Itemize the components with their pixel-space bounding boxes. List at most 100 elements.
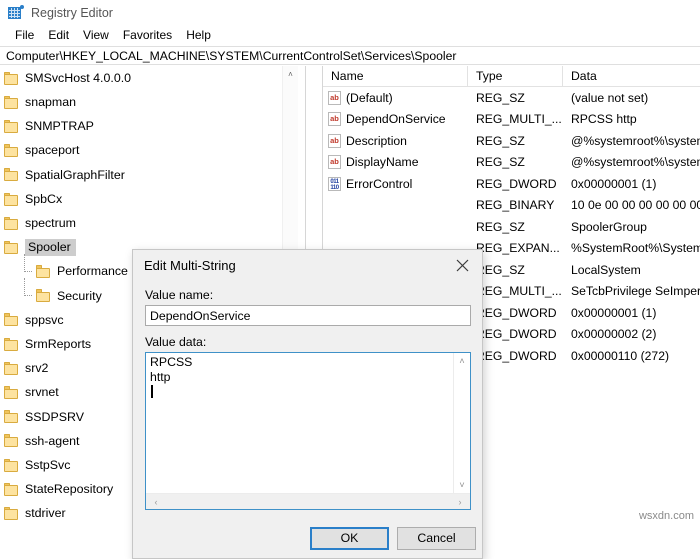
dialog-titlebar: Edit Multi-String xyxy=(133,250,482,281)
value-type-cell: REG_SZ xyxy=(476,155,525,170)
folder-icon xyxy=(4,458,19,472)
value-data-cell: @%systemroot%\system3 xyxy=(571,155,700,170)
tree-item-snapman[interactable]: snapman xyxy=(0,90,290,114)
tree-item-spatialgraphfilter[interactable]: SpatialGraphFilter xyxy=(0,163,290,187)
value-type-cell: REG_DWORD xyxy=(476,176,557,191)
folder-icon xyxy=(4,216,19,230)
folder-icon xyxy=(4,506,19,520)
menu-item-help[interactable]: Help xyxy=(179,26,218,44)
value-type-cell: REG_SZ xyxy=(476,219,525,234)
column-header-name[interactable]: Name xyxy=(323,66,468,87)
value-data-cell: 0x00000002 (2) xyxy=(571,327,657,342)
registry-editor-icon xyxy=(8,5,24,20)
tree-item-label: SstpSvc xyxy=(25,457,71,472)
value-type-cell: REG_SZ xyxy=(476,133,525,148)
value-name-cell: ab DependOnService xyxy=(323,112,468,127)
tree-item-label: srv2 xyxy=(25,361,49,376)
value-data-textarea[interactable] xyxy=(146,353,454,493)
menu-item-edit[interactable]: Edit xyxy=(41,26,76,44)
folder-icon xyxy=(4,410,19,424)
folder-icon xyxy=(36,289,51,303)
menubar: File Edit View Favorites Help xyxy=(0,25,700,45)
value-name-input[interactable] xyxy=(145,305,471,326)
value-type-cell: REG_MULTI_... xyxy=(476,112,562,127)
tree-item-label: SpbCx xyxy=(25,191,63,206)
menu-item-favorites[interactable]: Favorites xyxy=(116,26,179,44)
dialog-title: Edit Multi-String xyxy=(144,258,236,273)
tree-item-label: StateRepository xyxy=(25,482,114,497)
edit-multi-string-dialog: Edit Multi-String Value name: Value data… xyxy=(132,249,483,559)
column-header-data[interactable]: Data xyxy=(563,66,700,87)
tree-item-label: srvnet xyxy=(25,385,59,400)
ok-button[interactable]: OK xyxy=(310,527,389,550)
value-name-cell: 011 110 ErrorControl xyxy=(323,176,468,191)
string-value-icon: ab xyxy=(328,90,341,105)
folder-icon xyxy=(4,313,19,327)
value-row[interactable]: 011 110 ErrorControl REG_DWORD 0x00000001 (1… xyxy=(323,173,700,195)
tree-item-label: Security xyxy=(57,288,102,303)
string-value-icon: ab xyxy=(328,133,341,148)
scroll-up-icon[interactable]: ˄ xyxy=(454,353,470,369)
folder-icon xyxy=(4,71,19,85)
textarea-horizontal-scrollbar[interactable]: ‹ › xyxy=(146,493,470,509)
scroll-right-icon[interactable]: › xyxy=(452,494,468,509)
value-row[interactable]: ab DependOnService REG_MULTI_... RPCSS http xyxy=(323,109,700,131)
value-row[interactable]: REG_SZ SpoolerGroup xyxy=(323,216,700,238)
folder-icon xyxy=(4,337,19,351)
value-row[interactable]: ab (Default) REG_SZ (value not set) xyxy=(323,87,700,109)
tree-item-label: spaceport xyxy=(25,143,80,158)
folder-icon xyxy=(4,434,19,448)
scroll-down-icon[interactable]: ˅ xyxy=(454,477,470,493)
address-bar[interactable]: Computer\HKEY_LOCAL_MACHINE\SYSTEM\Curre… xyxy=(0,46,700,65)
tree-item-label: spectrum xyxy=(25,216,76,231)
folder-icon xyxy=(4,240,19,254)
tree-item-label: SSDPSRV xyxy=(25,409,84,424)
value-row[interactable]: ab DisplayName REG_SZ @%systemroot%\system3 xyxy=(323,152,700,174)
value-name-text: DependOnService xyxy=(346,112,446,127)
folder-icon xyxy=(4,386,19,400)
value-data-cell: SeTcbPrivilege SeImperso xyxy=(571,284,700,299)
tree-item-label: SrmReports xyxy=(25,336,92,351)
menu-item-view[interactable]: View xyxy=(76,26,116,44)
tree-item-smsvchost-4-0-0-0[interactable]: SMSvcHost 4.0.0.0 xyxy=(0,66,290,90)
scrollbar-thumb[interactable] xyxy=(284,83,297,213)
value-data-label: Value data: xyxy=(145,335,207,349)
folder-icon xyxy=(4,192,19,206)
tree-item-snmptrap[interactable]: SNMPTRAP xyxy=(0,114,290,138)
scroll-up-icon[interactable]: ˄ xyxy=(283,66,298,82)
window-title: Registry Editor xyxy=(31,5,113,20)
value-row[interactable]: REG_BINARY 10 0e 00 00 00 00 00 00 00 xyxy=(323,195,700,217)
main-content: SMSvcHost 4.0.0.0 snapman SNMPTRAP spacepor… xyxy=(0,66,700,559)
tree-item-label: Performance xyxy=(57,264,128,279)
tree-item-label: stdriver xyxy=(25,506,66,521)
watermark: wsxdn.com xyxy=(638,510,694,522)
value-type-cell: REG_SZ xyxy=(476,90,525,105)
tree-item-spectrum[interactable]: spectrum xyxy=(0,211,290,235)
menu-item-file[interactable]: File xyxy=(8,26,41,44)
value-row[interactable]: ab Description REG_SZ @%systemroot%\system3 xyxy=(323,130,700,152)
close-icon[interactable] xyxy=(442,250,482,281)
folder-icon xyxy=(36,265,51,279)
tree-item-label: snapman xyxy=(25,95,76,110)
value-data-cell: LocalSystem xyxy=(571,262,641,277)
folder-icon xyxy=(4,144,19,158)
textarea-vertical-scrollbar[interactable]: ˄ ˅ xyxy=(453,353,470,493)
column-header-type[interactable]: Type xyxy=(468,66,563,87)
value-name-text: Description xyxy=(346,133,407,148)
folder-icon xyxy=(4,361,19,375)
value-name-text: ErrorControl xyxy=(346,176,413,191)
tree-item-label: sppsvc xyxy=(25,312,64,327)
value-name-cell: ab DisplayName xyxy=(323,155,468,170)
value-data-cell: (value not set) xyxy=(571,90,649,105)
value-data-cell: RPCSS http xyxy=(571,112,637,127)
scroll-left-icon[interactable]: ‹ xyxy=(148,494,164,509)
tree-item-label: SNMPTRAP xyxy=(25,119,94,134)
tree-connector xyxy=(22,277,36,308)
value-data-cell: 0x00000001 (1) xyxy=(571,305,657,320)
folder-icon xyxy=(4,168,19,182)
value-data-field[interactable]: ˄ ˅ ‹ › xyxy=(145,352,471,510)
tree-item-spbcx[interactable]: SpbCx xyxy=(0,187,290,211)
string-value-icon: ab xyxy=(328,112,341,127)
cancel-button[interactable]: Cancel xyxy=(397,527,476,550)
tree-item-spaceport[interactable]: spaceport xyxy=(0,139,290,163)
